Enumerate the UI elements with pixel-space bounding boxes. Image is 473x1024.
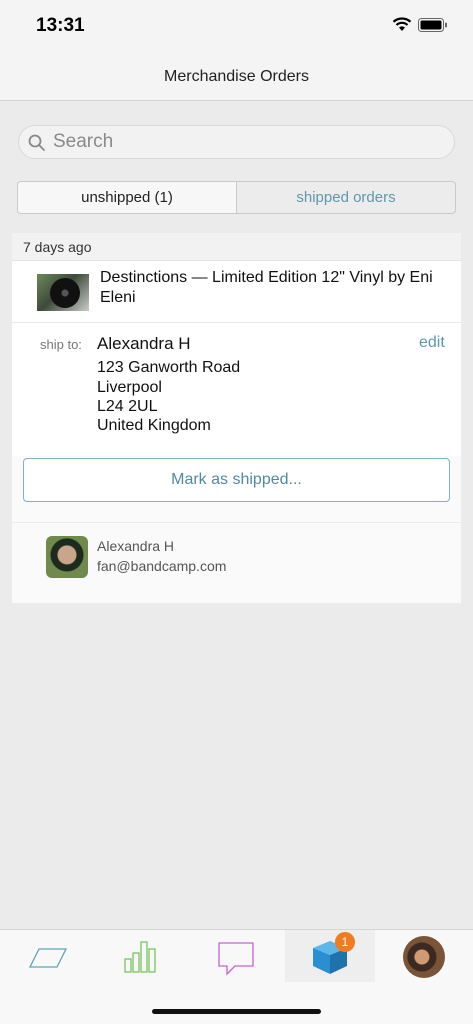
buyer-email[interactable]: fan@bandcamp.com — [97, 558, 226, 574]
status-time: 13:31 — [36, 15, 85, 36]
order-status-segmented-control: unshipped (1) shipped orders — [17, 181, 456, 214]
search-input[interactable] — [53, 128, 443, 156]
messages-icon — [218, 942, 254, 976]
battery-icon — [418, 18, 447, 32]
item-title: Destinctions — Limited Edition 12" Vinyl… — [100, 269, 433, 306]
tab-messages[interactable] — [190, 930, 280, 982]
tab-orders[interactable]: 1 — [285, 930, 375, 982]
order-item-row[interactable]: Destinctions — Limited Edition 12" Vinyl… — [12, 261, 461, 323]
tab-unshipped[interactable]: unshipped (1) — [18, 182, 237, 213]
tab-stats[interactable] — [96, 930, 186, 982]
home-indicator — [152, 1009, 321, 1014]
ship-to-name: Alexandra H — [97, 334, 191, 353]
address-line-postcode: L24 2UL — [97, 398, 158, 415]
shipping-address-section: ship to: Alexandra H edit 123 Ganworth R… — [12, 323, 461, 456]
status-bar: 13:31 — [0, 0, 473, 52]
buyer-name: Alexandra H — [97, 538, 175, 554]
edit-address-link[interactable]: edit — [419, 334, 445, 352]
tab-feed[interactable] — [2, 930, 92, 982]
profile-avatar — [403, 936, 445, 978]
tab-shipped-orders[interactable]: shipped orders — [237, 182, 455, 213]
address-line-city: Liverpool — [97, 379, 162, 396]
mark-as-shipped-button[interactable]: Mark as shipped... — [23, 458, 450, 502]
order-date-header: 7 days ago — [12, 233, 461, 261]
buyer-avatar — [46, 536, 88, 578]
order-card: 7 days ago Destinctions — Limited Editio… — [12, 233, 461, 603]
orders-badge: 1 — [335, 932, 355, 952]
address-line-street: 123 Ganworth Road — [97, 359, 241, 376]
stats-icon — [124, 941, 156, 973]
feed-icon — [29, 948, 67, 968]
navigation-bar: Merchandise Orders — [0, 52, 473, 101]
address-line-country: United Kingdom — [97, 417, 211, 434]
wifi-icon — [392, 17, 412, 31]
ship-to-label: ship to: — [40, 337, 82, 352]
item-thumbnail — [37, 274, 89, 311]
buyer-info[interactable]: Alexandra H fan@bandcamp.com — [12, 522, 461, 582]
search-bar[interactable] — [18, 125, 455, 159]
search-icon — [28, 134, 45, 151]
tab-profile[interactable] — [381, 930, 471, 982]
page-title: Merchandise Orders — [164, 68, 309, 85]
